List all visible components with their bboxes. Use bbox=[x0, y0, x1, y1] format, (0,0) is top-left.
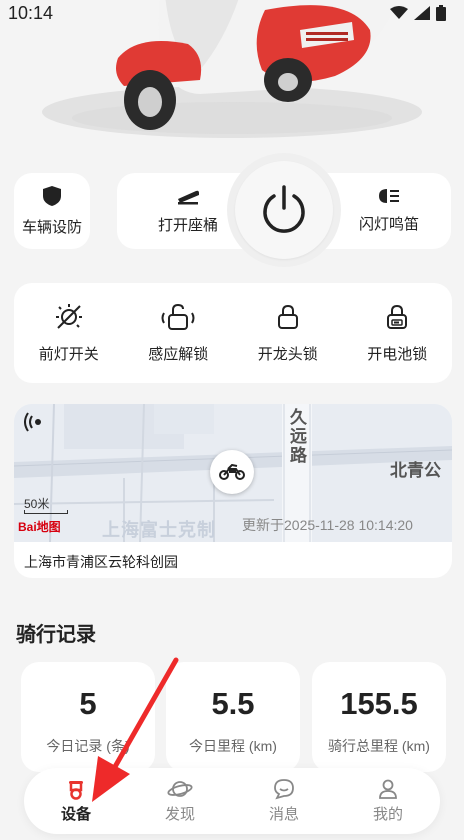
power-icon bbox=[263, 185, 305, 233]
locks-card: 前灯开关 感应解锁 开龙头锁 开电池锁 bbox=[14, 283, 452, 383]
tab-discover[interactable]: 发现 bbox=[128, 768, 232, 834]
stat-label: 今日里程 (km) bbox=[189, 738, 277, 754]
tab-device[interactable]: 设备 bbox=[24, 768, 128, 834]
proximity-unlock-icon bbox=[161, 303, 195, 330]
stat-label: 骑行总里程 (km) bbox=[328, 738, 430, 754]
stat-label: 今日记录 (条) bbox=[46, 738, 130, 754]
stat-value: 5.5 bbox=[211, 686, 255, 721]
map-view[interactable]: 久远路 北青公 50米 Bai地图 上海富士克制 更新于2025-11-28 1… bbox=[14, 404, 452, 542]
scooter-tab-icon bbox=[69, 781, 83, 800]
vehicle-defense-button[interactable]: 车辆设防 bbox=[14, 173, 90, 249]
status-icons bbox=[390, 5, 446, 21]
riding-records-title: 骑行记录 bbox=[16, 624, 96, 646]
lock-label: 前灯开关 bbox=[38, 345, 99, 363]
flash-horn-label: 闪灯鸣笛 bbox=[358, 216, 419, 233]
status-bar: 10:14 bbox=[0, 0, 464, 26]
lock-label: 开电池锁 bbox=[367, 345, 428, 363]
stat-today-records[interactable]: 5 今日记录 (条) bbox=[21, 662, 155, 772]
user-icon bbox=[379, 779, 397, 799]
tab-label: 发现 bbox=[164, 806, 195, 823]
defense-label: 车辆设防 bbox=[21, 219, 82, 236]
gps-signal-icon bbox=[24, 412, 41, 432]
map-watermark: 上海富士克制 bbox=[102, 520, 216, 540]
stat-total-mileage[interactable]: 155.5 骑行总里程 (km) bbox=[312, 662, 446, 772]
tab-label: 消息 bbox=[268, 806, 299, 823]
signal-icon bbox=[414, 6, 430, 20]
lock-icon bbox=[277, 304, 298, 329]
battery-icon bbox=[436, 5, 446, 21]
bulb-off-icon bbox=[55, 303, 82, 329]
map-scale-bar bbox=[24, 510, 68, 514]
power-button[interactable] bbox=[235, 161, 333, 259]
wifi-icon bbox=[390, 6, 408, 19]
flash-horn-button[interactable]: 闪灯鸣笛 bbox=[339, 173, 439, 249]
status-time: 10:14 bbox=[8, 2, 54, 23]
vehicle-location-marker[interactable] bbox=[210, 450, 254, 494]
stat-value: 155.5 bbox=[340, 686, 418, 721]
location-updated-time: 更新于2025-11-28 10:14:20 bbox=[242, 517, 413, 533]
shield-icon bbox=[43, 186, 61, 206]
chat-bubble-icon bbox=[274, 779, 294, 800]
open-seat-label: 打开座桶 bbox=[157, 217, 218, 234]
battery-lock-button[interactable]: 开电池锁 bbox=[343, 283, 453, 383]
battery-lock-icon bbox=[387, 304, 408, 329]
map-road-label-jiuyuan: 久远路 bbox=[287, 408, 306, 465]
seat-icon bbox=[178, 190, 199, 205]
stat-value: 5 bbox=[79, 686, 97, 721]
lock-label: 感应解锁 bbox=[148, 345, 209, 363]
lock-label: 开龙头锁 bbox=[257, 345, 318, 363]
tab-label: 设备 bbox=[60, 806, 91, 823]
open-seat-button[interactable]: 打开座桶 bbox=[142, 173, 234, 249]
headlight-icon bbox=[379, 189, 399, 203]
tab-label: 我的 bbox=[372, 806, 403, 823]
map-road-label-beiqing: 北青公 bbox=[390, 461, 441, 480]
bottom-tab-bar: 设备 发现 消息 我的 bbox=[24, 768, 440, 834]
handlebar-lock-button[interactable]: 开龙头锁 bbox=[233, 283, 343, 383]
power-button-ring bbox=[227, 153, 341, 267]
location-map-card[interactable]: 久远路 北青公 50米 Bai地图 上海富士克制 更新于2025-11-28 1… bbox=[14, 404, 452, 578]
vehicle-address: 上海市青浦区云轮科创园 bbox=[24, 554, 178, 570]
tab-messages[interactable]: 消息 bbox=[232, 768, 336, 834]
tab-profile[interactable]: 我的 bbox=[336, 768, 440, 834]
planet-icon bbox=[167, 781, 193, 797]
baidu-map-logo: Bai地图 bbox=[18, 520, 61, 534]
proximity-unlock-button[interactable]: 感应解锁 bbox=[124, 283, 234, 383]
motorcycle-icon bbox=[219, 464, 245, 480]
stat-today-mileage[interactable]: 5.5 今日里程 (km) bbox=[166, 662, 300, 772]
headlight-switch-button[interactable]: 前灯开关 bbox=[14, 283, 124, 383]
